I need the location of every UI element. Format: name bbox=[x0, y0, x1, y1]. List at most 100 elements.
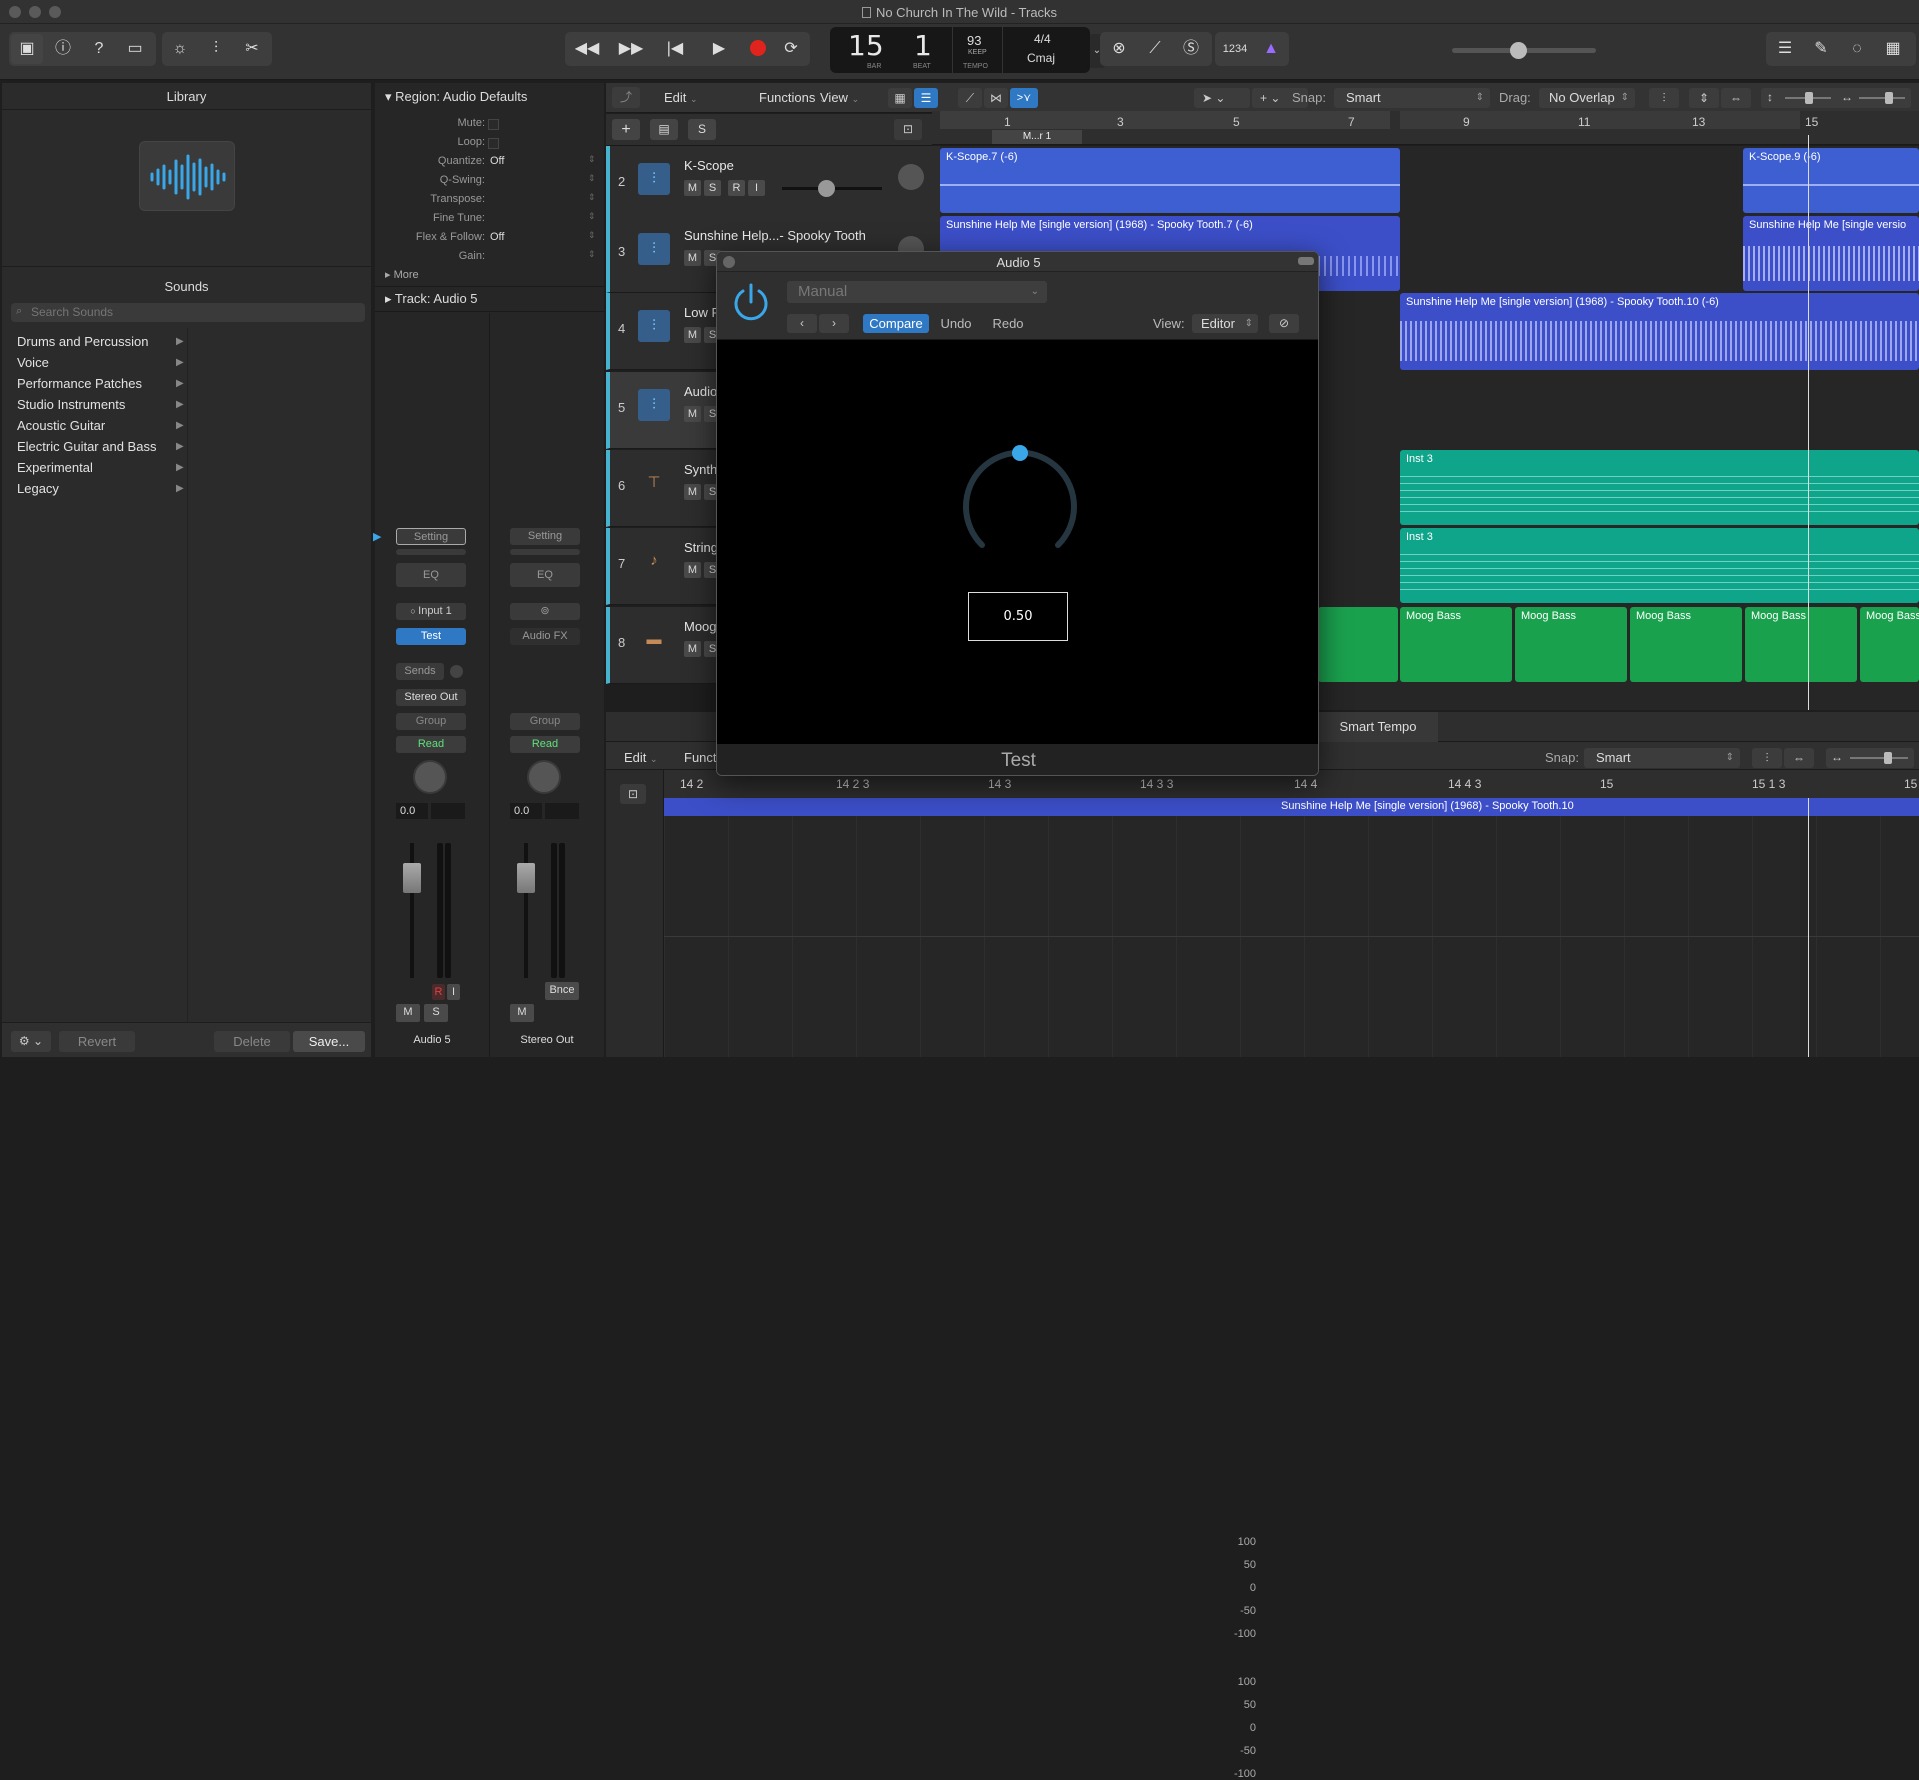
redo-button[interactable]: Redo bbox=[983, 314, 1033, 333]
mixer-icon[interactable]: ⫶ bbox=[200, 34, 232, 64]
track-input-monitor-button[interactable]: I bbox=[748, 180, 765, 196]
delete-button[interactable]: Delete bbox=[214, 1031, 290, 1052]
track-mute-button[interactable]: M bbox=[684, 327, 701, 343]
track-name[interactable]: String bbox=[684, 540, 718, 555]
track-name[interactable]: Moog bbox=[684, 619, 717, 634]
library-item[interactable]: Experimental bbox=[17, 460, 93, 475]
view-select[interactable]: Editor ⇕ bbox=[1192, 314, 1258, 333]
track-mute-button[interactable]: M bbox=[684, 250, 701, 266]
library-item[interactable]: Legacy bbox=[17, 481, 59, 496]
track-mute-button[interactable]: M bbox=[684, 562, 701, 578]
track-header[interactable]: 2 ⫶ K-Scope M S R I bbox=[606, 146, 940, 223]
parameter-knob[interactable] bbox=[950, 437, 1090, 577]
strip2-fader[interactable] bbox=[517, 863, 535, 893]
strip2-setting-button[interactable]: Setting bbox=[510, 528, 580, 545]
disclosure-arrow-icon[interactable]: ▶ bbox=[176, 420, 184, 431]
strip2-automation-slot[interactable]: Read bbox=[510, 736, 580, 753]
list-editors-icon[interactable]: ☰ bbox=[1768, 34, 1802, 64]
solo-icon[interactable]: Ⓢ bbox=[1174, 34, 1208, 64]
notepad-icon[interactable]: ✎ bbox=[1804, 34, 1838, 64]
strip1-setting-button[interactable]: Setting bbox=[396, 528, 466, 545]
patch-waveform-icon[interactable] bbox=[139, 141, 235, 211]
link-icon[interactable]: ⊘ bbox=[1269, 314, 1299, 333]
track-mute-button[interactable]: M bbox=[684, 406, 701, 422]
strip1-solo-button[interactable]: S bbox=[424, 1004, 448, 1022]
track-name[interactable]: K-Scope bbox=[684, 158, 734, 173]
strip1-group-slot[interactable]: Group bbox=[396, 713, 466, 730]
loop-browser-icon[interactable]: ◌ bbox=[1840, 34, 1874, 64]
library-item[interactable]: Studio Instruments bbox=[17, 397, 125, 412]
go-to-start-icon[interactable]: |◀ bbox=[655, 34, 695, 64]
editor-snap-select[interactable]: Smart ⇕ bbox=[1584, 748, 1740, 768]
moog-region-5[interactable]: Moog Bass bbox=[1860, 607, 1919, 682]
flex-icon[interactable]: ⋈ bbox=[984, 88, 1008, 108]
previous-preset-icon[interactable]: ‹ bbox=[787, 314, 817, 333]
disclosure-arrow-icon[interactable]: ▶ bbox=[176, 378, 184, 389]
replace-icon[interactable]: ⊗ bbox=[1102, 34, 1136, 64]
back-icon[interactable]: ⤴ bbox=[612, 87, 640, 108]
track-mute-button[interactable]: M bbox=[684, 180, 701, 196]
inst3-region-b[interactable]: Inst 3 bbox=[1400, 528, 1919, 603]
violin-track-icon[interactable]: ♪ bbox=[638, 545, 670, 577]
undo-button[interactable]: Undo bbox=[931, 314, 981, 333]
track-record-button[interactable]: R bbox=[728, 180, 745, 196]
stepper-icon[interactable]: ⇕ bbox=[588, 192, 596, 203]
fast-forward-icon[interactable]: ▶▶ bbox=[611, 34, 651, 64]
track-inspector-header[interactable]: ▸ Track: Audio 5 bbox=[385, 291, 478, 307]
library-item[interactable]: Drums and Percussion bbox=[17, 334, 149, 349]
inst3-region-a[interactable]: Inst 3 bbox=[1400, 450, 1919, 525]
tuner-icon[interactable]: ⟋ bbox=[1138, 34, 1172, 64]
kscope-region-b[interactable]: K-Scope.9 (-6) bbox=[1743, 148, 1919, 213]
stepper-icon[interactable]: ⇕ bbox=[588, 211, 596, 222]
library-item[interactable]: Electric Guitar and Bass bbox=[17, 439, 156, 454]
inspector-icon[interactable]: ⓘ bbox=[47, 34, 79, 64]
disclosure-arrow-icon[interactable]: ▶ bbox=[176, 399, 184, 410]
strip2-pan-knob[interactable] bbox=[527, 760, 561, 794]
editor-playhead[interactable] bbox=[1808, 798, 1809, 1057]
strip2-gain-slot[interactable] bbox=[510, 549, 580, 555]
gear-menu-button[interactable]: ⚙ ⌄ bbox=[11, 1031, 51, 1052]
strip1-mute-button[interactable]: M bbox=[396, 1004, 420, 1022]
strip1-gain-slot[interactable] bbox=[396, 549, 466, 555]
editor-functions-menu[interactable]: Functi bbox=[684, 750, 719, 765]
kscope-region-a[interactable]: K-Scope.7 (-6) bbox=[940, 148, 1400, 213]
zoom-sliders[interactable]: ↕ ↔ bbox=[1761, 88, 1911, 108]
plugin-collapse-button[interactable] bbox=[1298, 257, 1314, 265]
strip2-audiofx-slot[interactable]: Audio FX bbox=[510, 628, 580, 645]
library-item[interactable]: Performance Patches bbox=[17, 376, 142, 391]
smart-controls-icon[interactable]: ☼ bbox=[164, 34, 196, 64]
track-name[interactable]: Synth bbox=[684, 462, 717, 477]
editor-fit-icon[interactable]: ⇔ bbox=[1784, 748, 1814, 768]
bar-ruler[interactable]: 1 3 5 7 9 11 13 15 M...r 1 bbox=[932, 111, 1919, 145]
strip2-bounce-button[interactable]: Bnce bbox=[545, 982, 579, 1000]
track-volume-slider[interactable] bbox=[782, 180, 882, 197]
strip1-output-slot[interactable]: Stereo Out bbox=[396, 689, 466, 706]
save-button[interactable]: Save... bbox=[293, 1031, 365, 1052]
strip1-input-slot[interactable]: ○ Input 1 bbox=[396, 603, 466, 620]
catch-playhead-icon[interactable]: >⋎ bbox=[1010, 88, 1038, 108]
moog-region-0[interactable] bbox=[1318, 607, 1398, 682]
rewind-icon[interactable]: ◀◀ bbox=[567, 34, 607, 64]
track-mute-button[interactable]: M bbox=[684, 641, 701, 657]
strip1-plugin-slot[interactable]: Test bbox=[396, 628, 466, 645]
search-sounds-input[interactable] bbox=[31, 304, 351, 320]
editor-edit-menu[interactable]: Edit ⌄ bbox=[624, 750, 658, 765]
strip1-pan-knob[interactable] bbox=[413, 760, 447, 794]
play-icon[interactable]: ▶ bbox=[699, 34, 739, 64]
disclosure-arrow-icon[interactable]: ▶ bbox=[176, 462, 184, 473]
count-in-button[interactable]: 1234 bbox=[1217, 34, 1253, 64]
knob-value-field[interactable]: 0.50 bbox=[968, 592, 1068, 641]
moog-region-4[interactable]: Moog Bass bbox=[1745, 607, 1857, 682]
strip1-automation-slot[interactable]: Read bbox=[396, 736, 466, 753]
inspector-param-value[interactable] bbox=[488, 119, 499, 130]
sunshine-region-b[interactable]: Sunshine Help Me [single versio bbox=[1743, 216, 1919, 291]
strip1-send-knob[interactable] bbox=[450, 665, 463, 678]
strip1-eq-button[interactable]: EQ bbox=[396, 563, 466, 587]
next-preset-icon[interactable]: › bbox=[819, 314, 849, 333]
editor-waveform-zoom-icon[interactable]: ⫶ bbox=[1752, 748, 1782, 768]
global-solo-icon[interactable]: S bbox=[688, 119, 716, 140]
master-volume-slider[interactable] bbox=[1452, 42, 1596, 59]
disclosure-arrow-icon[interactable]: ▶ bbox=[176, 357, 184, 368]
inspector-param-value[interactable]: Off bbox=[490, 155, 590, 167]
strip1-record-enable-button[interactable]: R bbox=[432, 984, 445, 1000]
